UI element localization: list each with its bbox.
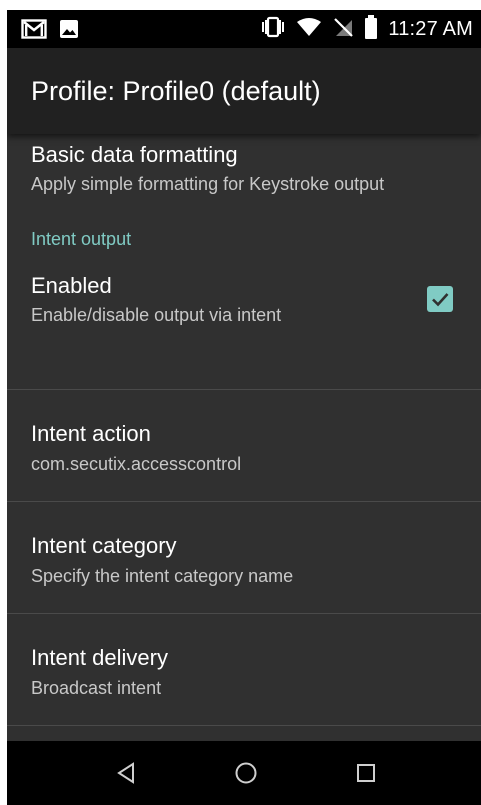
image-icon bbox=[59, 19, 79, 44]
status-right-icons: 11:27 AM bbox=[260, 10, 473, 48]
pref-intent-delivery[interactable]: Intent delivery Broadcast intent bbox=[7, 614, 481, 726]
status-left-icons bbox=[21, 19, 79, 44]
pref-enabled[interactable]: Enabled Enable/disable output via intent bbox=[7, 265, 481, 390]
preferences-list[interactable]: Basic data formatting Apply simple forma… bbox=[7, 134, 481, 741]
pref-intent-action[interactable]: Intent action com.secutix.accesscontrol bbox=[7, 390, 481, 502]
wifi-icon bbox=[296, 17, 322, 42]
category-title: Intent output bbox=[31, 229, 132, 249]
navigation-bar bbox=[7, 741, 481, 805]
pref-summary: com.secutix.accesscontrol bbox=[31, 454, 242, 474]
pref-title: Intent category bbox=[31, 533, 177, 558]
screen: 11:27 AM Profile: Profile0 (default) Bas… bbox=[7, 10, 481, 805]
gmail-icon bbox=[21, 19, 47, 44]
status-clock: 11:27 AM bbox=[388, 17, 473, 40]
pref-title: Intent action bbox=[31, 421, 151, 446]
status-bar: 11:27 AM bbox=[7, 10, 481, 48]
back-icon bbox=[117, 762, 134, 784]
pref-basic-data-formatting[interactable]: Basic data formatting Apply simple forma… bbox=[7, 134, 481, 229]
nav-back-button[interactable] bbox=[86, 741, 166, 805]
no-sim-icon bbox=[332, 16, 354, 43]
pref-summary: Specify the intent category name bbox=[31, 566, 294, 586]
page-title: Profile: Profile0 (default) bbox=[31, 76, 321, 106]
enabled-checkbox[interactable] bbox=[427, 286, 453, 312]
pref-summary: Apply simple formatting for Keystroke ou… bbox=[31, 174, 385, 194]
pref-title: Basic data formatting bbox=[31, 142, 238, 167]
battery-icon bbox=[364, 14, 378, 44]
nav-home-button[interactable] bbox=[206, 741, 286, 805]
vibrate-icon bbox=[260, 16, 286, 43]
pref-summary: Enable/disable output via intent bbox=[31, 305, 282, 325]
recents-icon bbox=[357, 764, 375, 782]
app-bar: Profile: Profile0 (default) bbox=[7, 48, 481, 134]
pref-summary: Broadcast intent bbox=[31, 678, 162, 698]
pref-intent-category[interactable]: Intent category Specify the intent categ… bbox=[7, 502, 481, 614]
divider bbox=[7, 725, 481, 726]
pref-title: Enabled bbox=[31, 273, 112, 298]
nav-recents-button[interactable] bbox=[326, 741, 406, 805]
home-icon bbox=[235, 762, 257, 784]
category-header: Intent output bbox=[7, 229, 481, 265]
check-icon bbox=[432, 293, 449, 307]
pref-title: Intent delivery bbox=[31, 645, 168, 670]
